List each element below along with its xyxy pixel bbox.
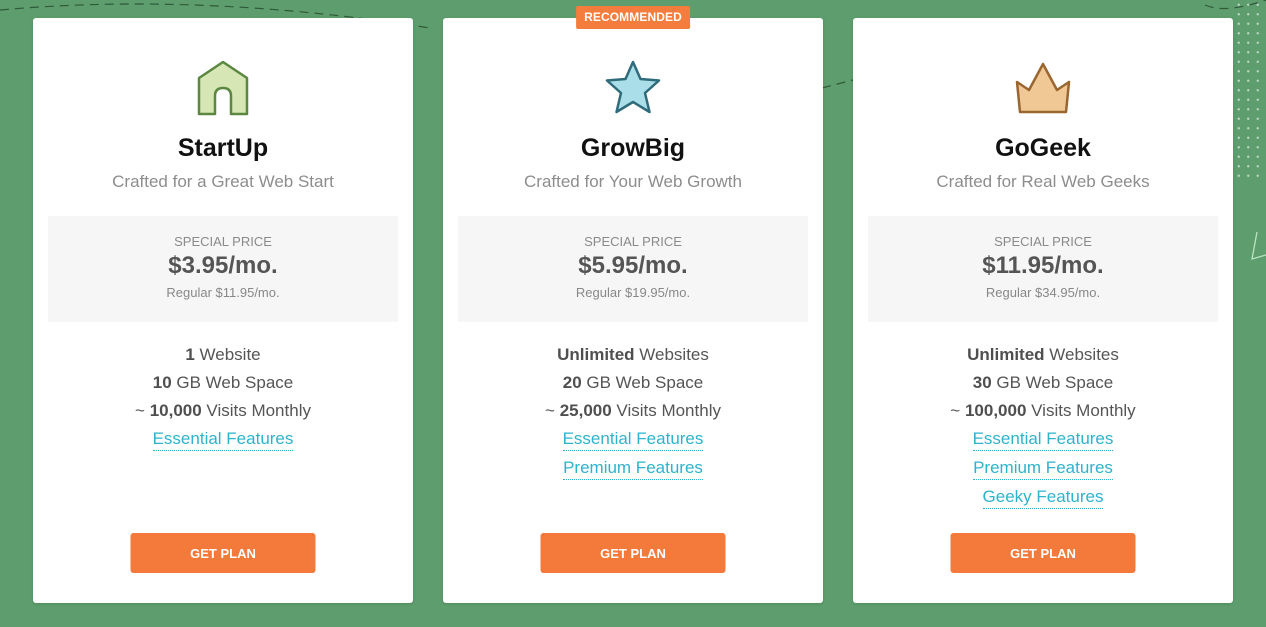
price-box: SPECIAL PRICE $11.95/mo. Regular $34.95/… <box>868 216 1218 322</box>
recommended-badge: RECOMMENDED <box>576 6 690 29</box>
premium-features-link[interactable]: Premium Features <box>973 457 1113 480</box>
feature-web-space: 20 GB Web Space <box>562 373 704 392</box>
feature-visits: ~ 10,000 Visits Monthly <box>135 401 311 420</box>
feature-list: Unlimited Websites 20 GB Web Space ~ 25,… <box>443 344 823 486</box>
plan-card-growbig: RECOMMENDED GrowBig Crafted for Your Web… <box>443 6 823 603</box>
feature-websites: Unlimited Websites <box>557 345 709 364</box>
feature-web-space: 30 GB Web Space <box>972 373 1114 392</box>
plan-tagline: Crafted for Your Web Growth <box>524 172 742 191</box>
feature-visits: ~ 100,000 Visits Monthly <box>950 401 1136 420</box>
star-icon <box>605 60 661 114</box>
feature-visits: ~ 25,000 Visits Monthly <box>545 401 721 420</box>
regular-price: Regular $11.95/mo. <box>166 285 280 300</box>
price-label: SPECIAL PRICE <box>994 234 1092 249</box>
get-plan-button[interactable]: GET PLAN <box>950 533 1136 573</box>
essential-features-link[interactable]: Essential Features <box>152 428 294 451</box>
essential-features-link[interactable]: Essential Features <box>562 428 704 451</box>
geeky-features-link[interactable]: Geeky Features <box>982 486 1104 509</box>
special-price: $3.95/mo. <box>168 252 278 279</box>
special-price: $11.95/mo. <box>982 252 1104 279</box>
get-plan-button[interactable]: GET PLAN <box>130 533 316 573</box>
feature-websites: 1 Website <box>185 345 261 364</box>
plan-name: GoGeek <box>995 134 1091 162</box>
crown-icon <box>1015 62 1071 114</box>
plan-name: GrowBig <box>580 134 686 162</box>
price-box: SPECIAL PRICE $5.95/mo. Regular $19.95/m… <box>458 216 808 322</box>
plan-name: StartUp <box>177 134 269 162</box>
price-label: SPECIAL PRICE <box>584 234 682 249</box>
dot-pattern <box>1234 0 1266 180</box>
price-box: SPECIAL PRICE $3.95/mo. Regular $11.95/m… <box>48 216 398 322</box>
feature-list: Unlimited Websites 30 GB Web Space ~ 100… <box>853 344 1233 515</box>
plan-tagline: Crafted for Real Web Geeks <box>936 172 1150 191</box>
regular-price: Regular $19.95/mo. <box>575 285 691 300</box>
get-plan-button[interactable]: GET PLAN <box>540 533 726 573</box>
special-price: $5.95/mo. <box>578 252 688 279</box>
plan-card-gogeek: GoGeek Crafted for Real Web Geeks SPECIA… <box>853 18 1233 603</box>
essential-features-link[interactable]: Essential Features <box>972 428 1114 451</box>
plan-tagline: Crafted for a Great Web Start <box>112 172 334 191</box>
regular-price: Regular $34.95/mo. <box>985 285 1101 300</box>
price-label: SPECIAL PRICE <box>174 234 272 249</box>
feature-list: 1 Website 10 GB Web Space ~ 10,000 Visit… <box>33 344 413 457</box>
house-icon <box>197 60 249 116</box>
feature-websites: Unlimited Websites <box>967 345 1119 364</box>
feature-web-space: 10 GB Web Space <box>152 373 294 392</box>
premium-features-link[interactable]: Premium Features <box>563 457 703 480</box>
plan-card-startup: StartUp Crafted for a Great Web Start SP… <box>33 18 413 603</box>
